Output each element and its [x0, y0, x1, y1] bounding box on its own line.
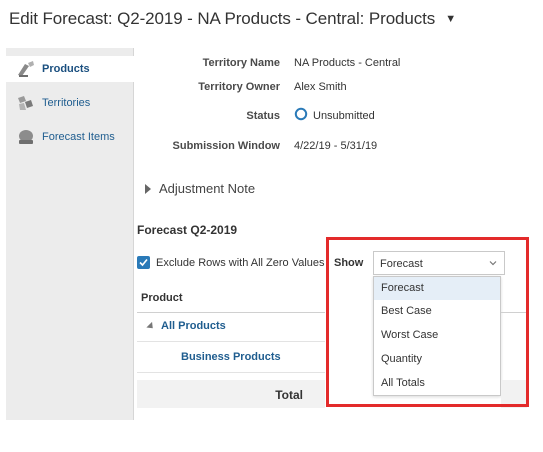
products-icon: [18, 61, 34, 77]
product-column-header[interactable]: Product: [137, 286, 325, 313]
title-dropdown-icon[interactable]: ▼: [445, 13, 456, 25]
territory-name-value: NA Products - Central: [294, 57, 401, 69]
adjustment-note-toggle[interactable]: Adjustment Note: [145, 181, 255, 196]
status-label: Status: [246, 110, 280, 122]
submission-window-value: 4/22/19 - 5/31/19: [294, 140, 378, 152]
table-row-all-products[interactable]: All Products: [146, 320, 226, 332]
checkmark-icon: [139, 258, 148, 267]
total-label: Total: [275, 388, 303, 402]
total-row: Total: [137, 380, 325, 408]
status-value: Unsubmitted: [313, 110, 375, 122]
row-divider: [137, 372, 325, 373]
sidebar-item-territories[interactable]: Territories: [6, 90, 133, 116]
territory-name-label: Territory Name: [202, 57, 280, 69]
status-circle-icon: [294, 107, 308, 121]
forecast-section-title: Forecast Q2-2019: [137, 223, 238, 237]
adjustment-note-label: Adjustment Note: [159, 181, 256, 196]
collapse-triangle-icon[interactable]: [146, 321, 156, 331]
page-title-row[interactable]: Edit Forecast: Q2-2019 - NA Products - C…: [9, 8, 456, 30]
sidebar-item-products[interactable]: Products: [6, 56, 135, 82]
row-divider: [137, 341, 325, 342]
exclude-zero-checkbox[interactable]: [137, 256, 150, 269]
page-title: Edit Forecast: Q2-2019 - NA Products - C…: [9, 9, 436, 28]
sidebar-item-label: Territories: [42, 97, 91, 109]
sidebar-item-label: Forecast Items: [42, 131, 115, 143]
exclude-zero-label[interactable]: Exclude Rows with All Zero Values: [156, 257, 325, 269]
row-label[interactable]: All Products: [161, 320, 226, 332]
forecast-items-icon: [19, 130, 33, 144]
territory-owner-value: Alex Smith: [294, 81, 347, 93]
territories-icon: [18, 96, 33, 110]
table-row-business-products[interactable]: Business Products: [181, 351, 281, 363]
submission-window-label: Submission Window: [172, 140, 280, 152]
territory-owner-label: Territory Owner: [198, 81, 280, 93]
sidebar: Products Territories Forecast Items: [6, 48, 135, 420]
sidebar-item-label: Products: [42, 63, 90, 75]
sidebar-item-forecast-items[interactable]: Forecast Items: [6, 124, 133, 150]
highlight-box: [326, 237, 529, 407]
product-header-label: Product: [141, 292, 183, 304]
expand-triangle-icon: [145, 183, 151, 194]
